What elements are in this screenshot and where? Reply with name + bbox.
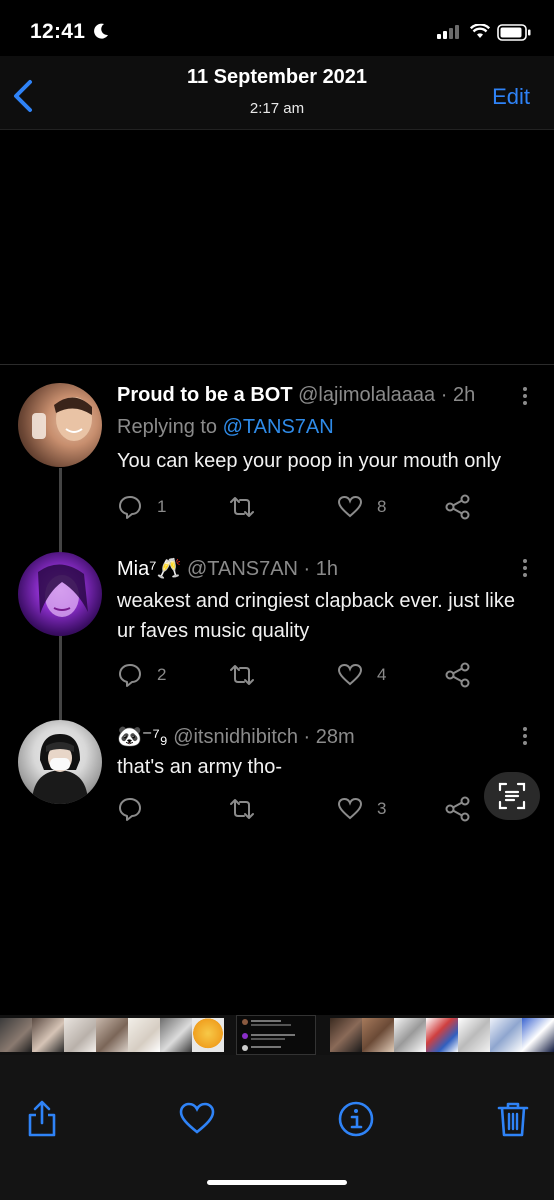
thumbnail[interactable] (128, 1018, 160, 1052)
tweet-text: that's an army tho- (117, 756, 282, 778)
thumbnail[interactable] (490, 1018, 522, 1052)
avatar-image (38, 564, 88, 617)
status-time: 12:41 (30, 20, 86, 43)
retweet-action[interactable] (229, 794, 255, 824)
share-action[interactable] (445, 660, 471, 690)
thumbnail[interactable] (330, 1018, 362, 1052)
live-text-button[interactable] (484, 772, 540, 820)
tweet-header: Proud to be a BOT @lajimolalaaaa · 2h (117, 384, 475, 407)
retweet-icon (230, 799, 254, 819)
battery-icon (497, 24, 531, 41)
thumbnail[interactable] (96, 1018, 128, 1052)
thumbnail-selected[interactable] (236, 1015, 316, 1055)
divider (0, 364, 554, 365)
thumbnail[interactable] (160, 1018, 192, 1052)
retweet-icon (230, 497, 254, 517)
more-icon[interactable] (522, 558, 528, 578)
like-action[interactable]: 3 (337, 794, 386, 824)
reply-icon (119, 664, 141, 687)
reply-count: 1 (157, 497, 167, 516)
header-time: 2:17 am (249, 100, 305, 117)
tweet-actions: 3 (117, 794, 487, 824)
avatar (18, 383, 102, 467)
heart-icon[interactable] (177, 1099, 217, 1139)
display-name: Mia⁷🥂 (117, 558, 182, 580)
like-count: 8 (377, 497, 387, 516)
wifi-icon (470, 24, 490, 38)
tweet-actions: 1 8 (117, 492, 487, 522)
text-scan-icon (498, 782, 526, 810)
retweet-action[interactable] (229, 492, 255, 522)
more-icon[interactable] (522, 386, 528, 406)
like-action[interactable]: 4 (337, 660, 386, 690)
photo-viewer[interactable]: Proud to be a BOT @lajimolalaaaa · 2h Re… (0, 130, 554, 1015)
thumbnail[interactable] (426, 1018, 458, 1052)
like-count: 4 (377, 665, 387, 684)
home-indicator[interactable] (207, 1180, 347, 1185)
like-count: 3 (377, 799, 387, 818)
edit-button[interactable]: Edit (492, 84, 530, 110)
share-nodes-icon (445, 662, 470, 688)
handle-time: @TANS7AN · 1h (186, 558, 339, 580)
trash-icon[interactable] (493, 1099, 533, 1139)
like-action[interactable]: 8 (337, 492, 386, 522)
signal-icon (437, 25, 459, 39)
retweet-action[interactable] (229, 660, 255, 690)
thumbnail-preview (242, 1019, 295, 1051)
heart-icon (337, 797, 363, 820)
reply-icon (119, 798, 141, 821)
bottom-toolbar (0, 1055, 554, 1200)
thumbnail[interactable] (522, 1018, 554, 1052)
heart-icon (337, 663, 363, 686)
share-action[interactable] (445, 794, 471, 824)
more-icon[interactable] (522, 726, 528, 746)
avatar (18, 552, 102, 636)
reply-action[interactable] (117, 794, 157, 824)
thumbnail-strip[interactable] (0, 1015, 554, 1055)
reply-action[interactable]: 2 (117, 660, 166, 690)
replying-to: Replying to @TANS7AN (117, 416, 334, 439)
thumbnail[interactable] (458, 1018, 490, 1052)
thumbnail[interactable] (64, 1018, 96, 1052)
reply-handle-link[interactable]: @TANS7AN (223, 416, 334, 438)
handle-time: @lajimolalaaaa · 2h (298, 384, 476, 406)
tweet-actions: 2 4 (117, 660, 487, 690)
tweet-header: Mia⁷🥂 @TANS7AN · 1h (117, 556, 338, 581)
thread-line (59, 636, 62, 728)
photo-nav-header: 11 September 2021 2:17 am Edit (0, 56, 554, 130)
reply-icon (119, 496, 141, 519)
tweet-text: You can keep your poop in your mouth onl… (117, 450, 501, 472)
info-icon[interactable] (336, 1099, 376, 1139)
handle-time: @itsnidhibitch · 28m (173, 726, 355, 748)
tweet-header: 🐼⁻⁷₉ @itsnidhibitch · 28m (117, 724, 355, 749)
share-action[interactable] (445, 492, 471, 522)
share-nodes-icon (445, 796, 470, 822)
moon-icon (94, 23, 108, 39)
thumbnail[interactable] (394, 1018, 426, 1052)
avatar (18, 720, 102, 804)
display-name: 🐼⁻⁷₉ (117, 726, 168, 748)
retweet-icon (230, 665, 254, 685)
avatar-image (32, 397, 92, 441)
thumbnail[interactable] (32, 1018, 64, 1052)
status-bar: 12:41 (0, 0, 554, 56)
reply-count: 2 (157, 665, 167, 684)
avatar-image (32, 734, 88, 804)
heart-icon (337, 495, 363, 518)
tweet-text: weakest and cringiest clapback ever. jus… (117, 590, 515, 642)
display-name: Proud to be a BOT (117, 384, 293, 406)
thumbnail[interactable] (0, 1018, 32, 1052)
thumbnail[interactable] (362, 1018, 394, 1052)
header-date: 11 September 2021 (186, 66, 368, 88)
thumbnail[interactable] (192, 1018, 224, 1052)
thread-line (59, 468, 62, 560)
reply-action[interactable]: 1 (117, 492, 166, 522)
reply-prefix: Replying to (117, 416, 223, 438)
share-nodes-icon (445, 494, 470, 520)
share-icon[interactable] (22, 1099, 62, 1139)
